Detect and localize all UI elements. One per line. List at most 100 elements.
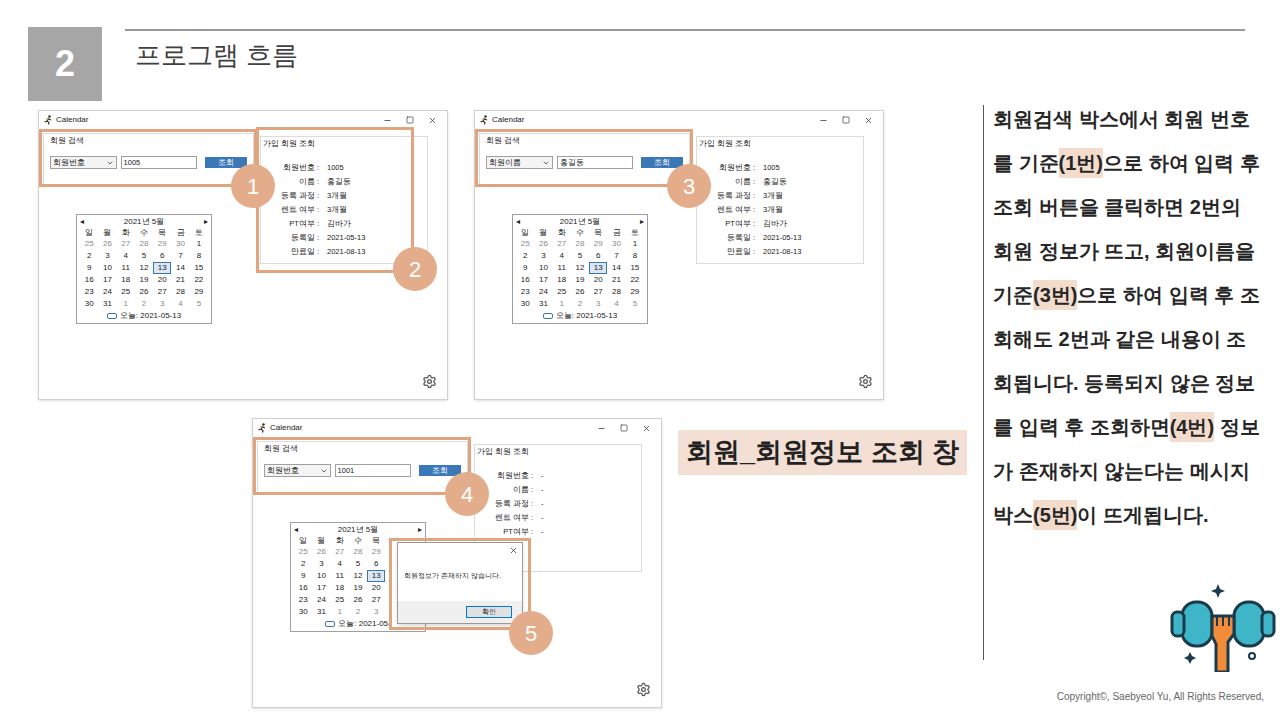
calendar-day[interactable]: 2 [294,558,312,570]
today-label[interactable]: 오늘: 2021-05- [338,619,390,629]
calendar-day[interactable]: 17 [98,274,116,286]
calendar-day[interactable]: 8 [190,250,208,262]
calendar-day[interactable]: 19 [135,274,153,286]
calendar-day[interactable]: 28 [135,238,153,250]
calendar-day[interactable]: 23 [516,286,534,298]
calendar-day[interactable]: 25 [516,238,534,250]
calendar-day[interactable]: 10 [534,262,552,274]
maximize-icon[interactable] [842,116,850,124]
calendar-day[interactable]: 28 [171,286,189,298]
calendar-day[interactable]: 29 [626,286,644,298]
next-month-button[interactable]: ▸ [418,525,422,535]
prev-month-button[interactable]: ◂ [516,217,520,227]
calendar-day[interactable]: 6 [367,558,385,570]
close-icon[interactable] [864,116,873,125]
calendar[interactable]: ◂2021년 5월▸일월화수목금토25262728293012345678910… [512,214,648,324]
calendar-day[interactable]: 19 [349,582,367,594]
search-field-select[interactable]: 회원이름 [486,156,553,169]
calendar-day[interactable]: 29 [153,238,171,250]
calendar-day[interactable]: 27 [367,594,385,606]
prev-month-button[interactable]: ◂ [294,525,298,535]
calendar-day[interactable]: 17 [312,582,330,594]
maximize-icon[interactable] [620,424,628,432]
calendar-day[interactable]: 4 [553,250,571,262]
calendar-day[interactable]: 24 [312,594,330,606]
calendar-day[interactable]: 6 [153,250,171,262]
calendar-day[interactable]: 5 [349,558,367,570]
calendar-day[interactable]: 3 [534,250,552,262]
maximize-icon[interactable] [406,116,414,124]
calendar-day[interactable]: 31 [534,298,552,310]
calendar-day[interactable]: 3 [367,606,385,618]
calendar-day[interactable]: 25 [553,286,571,298]
calendar-day[interactable]: 29 [589,238,607,250]
calendar-day[interactable]: 2 [135,298,153,310]
calendar-day[interactable]: 13 [153,262,171,274]
calendar-day[interactable]: 2 [571,298,589,310]
calendar-day[interactable]: 27 [153,286,171,298]
today-label[interactable]: 오늘: 2021-05-13 [556,311,617,321]
calendar-day[interactable]: 4 [331,558,349,570]
calendar-day[interactable]: 16 [516,274,534,286]
search-input[interactable]: 1001 [335,464,411,477]
calendar-day[interactable]: 20 [589,274,607,286]
search-field-select[interactable]: 회원번호 [50,156,117,169]
calendar-day[interactable]: 31 [312,606,330,618]
calendar-day[interactable]: 30 [294,606,312,618]
calendar-day[interactable]: 30 [80,298,98,310]
calendar-day[interactable]: 3 [98,250,116,262]
calendar-day[interactable]: 6 [589,250,607,262]
minimize-icon[interactable] [819,116,828,125]
calendar-day[interactable]: 26 [349,594,367,606]
calendar-day[interactable]: 2 [516,250,534,262]
calendar-day[interactable]: 5 [571,250,589,262]
calendar-day[interactable]: 30 [171,238,189,250]
calendar-day[interactable]: 9 [516,262,534,274]
calendar-day[interactable]: 30 [607,238,625,250]
calendar-day[interactable]: 25 [117,286,135,298]
calendar-day[interactable]: 29 [190,286,208,298]
calendar-day[interactable]: 23 [294,594,312,606]
calendar-day[interactable]: 8 [626,250,644,262]
calendar-day[interactable]: 26 [571,286,589,298]
calendar-day[interactable]: 30 [516,298,534,310]
calendar-day[interactable]: 11 [117,262,135,274]
calendar-day[interactable]: 21 [607,274,625,286]
calendar-day[interactable]: 24 [98,286,116,298]
calendar-day[interactable]: 22 [190,274,208,286]
search-field-select[interactable]: 회원번호 [264,464,331,477]
calendar-day[interactable]: 28 [349,546,367,558]
calendar-day[interactable]: 26 [312,546,330,558]
calendar-day[interactable]: 15 [626,262,644,274]
calendar-day[interactable]: 14 [607,262,625,274]
calendar-day[interactable]: 18 [331,582,349,594]
calendar-day[interactable]: 18 [553,274,571,286]
calendar-day[interactable]: 5 [626,298,644,310]
calendar[interactable]: ◂2021년 5월▸일월화수목금토25262728293012345678910… [76,214,212,324]
calendar-day[interactable]: 7 [171,250,189,262]
calendar-day[interactable]: 28 [571,238,589,250]
calendar-day[interactable]: 1 [626,238,644,250]
calendar-day[interactable]: 23 [80,286,98,298]
calendar-day[interactable]: 18 [117,274,135,286]
calendar-day[interactable]: 25 [331,594,349,606]
calendar-day[interactable]: 9 [294,570,312,582]
calendar-day[interactable]: 20 [367,582,385,594]
calendar-day[interactable]: 1 [117,298,135,310]
calendar-day[interactable]: 11 [331,570,349,582]
calendar-day[interactable]: 26 [534,238,552,250]
calendar-day[interactable]: 4 [607,298,625,310]
dialog-close-icon[interactable] [509,546,518,555]
calendar-day[interactable]: 27 [117,238,135,250]
calendar-day[interactable]: 27 [331,546,349,558]
calendar-day[interactable]: 24 [534,286,552,298]
calendar-day[interactable]: 9 [80,262,98,274]
calendar-day[interactable]: 10 [98,262,116,274]
prev-month-button[interactable]: ◂ [80,217,84,227]
calendar-day[interactable]: 13 [367,570,385,582]
calendar-day[interactable]: 14 [171,262,189,274]
dialog-ok-button[interactable]: 확인 [466,606,512,618]
calendar-day[interactable]: 10 [312,570,330,582]
calendar-day[interactable]: 21 [171,274,189,286]
next-month-button[interactable]: ▸ [640,217,644,227]
